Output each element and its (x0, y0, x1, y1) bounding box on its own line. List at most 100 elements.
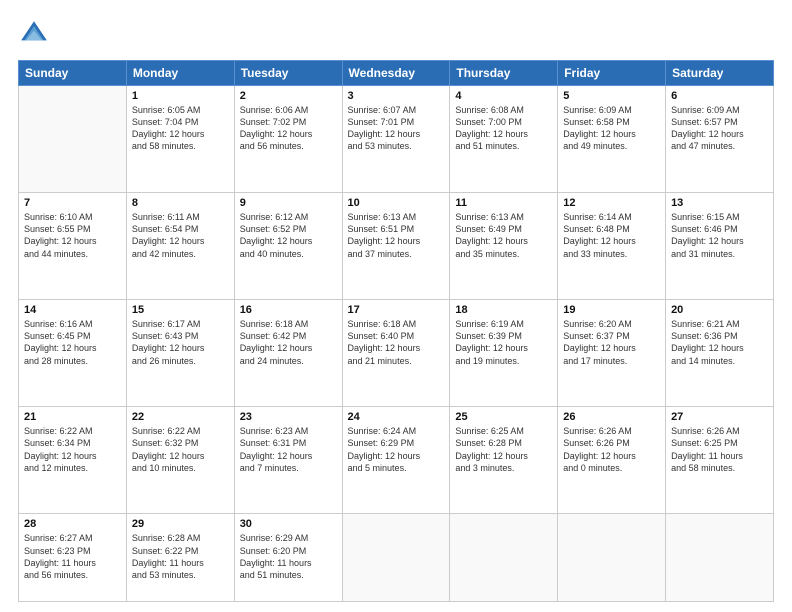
day-info: Sunrise: 6:19 AM Sunset: 6:39 PM Dayligh… (455, 318, 552, 367)
calendar-cell: 24 Sunrise: 6:24 AM Sunset: 6:29 PM Dayli… (342, 407, 450, 514)
day-number: 17 (348, 304, 445, 316)
day-info: Sunrise: 6:12 AM Sunset: 6:52 PM Dayligh… (240, 211, 337, 260)
day-number: 5 (563, 90, 660, 102)
calendar-cell: 15 Sunrise: 6:17 AM Sunset: 6:43 PM Dayli… (126, 300, 234, 407)
page: SundayMondayTuesdayWednesdayThursdayFrid… (0, 0, 792, 612)
day-info: Sunrise: 6:25 AM Sunset: 6:28 PM Dayligh… (455, 425, 552, 474)
calendar-cell: 11 Sunrise: 6:13 AM Sunset: 6:49 PM Dayli… (450, 193, 558, 300)
calendar-cell: 6 Sunrise: 6:09 AM Sunset: 6:57 PM Daylig… (666, 86, 774, 193)
day-info: Sunrise: 6:13 AM Sunset: 6:51 PM Dayligh… (348, 211, 445, 260)
week-row-4: 21 Sunrise: 6:22 AM Sunset: 6:34 PM Dayli… (19, 407, 774, 514)
day-info: Sunrise: 6:21 AM Sunset: 6:36 PM Dayligh… (671, 318, 768, 367)
day-number: 12 (563, 197, 660, 209)
day-info: Sunrise: 6:09 AM Sunset: 6:58 PM Dayligh… (563, 104, 660, 153)
day-number: 23 (240, 411, 337, 423)
day-info: Sunrise: 6:18 AM Sunset: 6:42 PM Dayligh… (240, 318, 337, 367)
weekday-header-wednesday: Wednesday (342, 61, 450, 86)
day-info: Sunrise: 6:13 AM Sunset: 6:49 PM Dayligh… (455, 211, 552, 260)
day-number: 27 (671, 411, 768, 423)
weekday-header-monday: Monday (126, 61, 234, 86)
calendar-cell: 29Sunrise: 6:28 AM Sunset: 6:22 PM Dayli… (126, 514, 234, 602)
day-number: 6 (671, 90, 768, 102)
day-info: Sunrise: 6:11 AM Sunset: 6:54 PM Dayligh… (132, 211, 229, 260)
day-info: Sunrise: 6:18 AM Sunset: 6:40 PM Dayligh… (348, 318, 445, 367)
calendar-cell: 22Sunrise: 6:22 AM Sunset: 6:32 PM Dayli… (126, 407, 234, 514)
calendar-cell (450, 514, 558, 602)
weekday-header-row: SundayMondayTuesdayWednesdayThursdayFrid… (19, 61, 774, 86)
day-info: Sunrise: 6:20 AM Sunset: 6:37 PM Dayligh… (563, 318, 660, 367)
weekday-header-sunday: Sunday (19, 61, 127, 86)
day-info: Sunrise: 6:08 AM Sunset: 7:00 PM Dayligh… (455, 104, 552, 153)
day-number: 25 (455, 411, 552, 423)
day-info: Sunrise: 6:10 AM Sunset: 6:55 PM Dayligh… (24, 211, 121, 260)
day-number: 7 (24, 197, 121, 209)
day-number: 24 (348, 411, 445, 423)
day-info: Sunrise: 6:06 AM Sunset: 7:02 PM Dayligh… (240, 104, 337, 153)
calendar-cell: 26 Sunrise: 6:26 AM Sunset: 6:26 PM Dayli… (558, 407, 666, 514)
calendar-cell: 13 Sunrise: 6:15 AM Sunset: 6:46 PM Dayli… (666, 193, 774, 300)
day-number: 1 (132, 90, 229, 102)
calendar-cell: 27Sunrise: 6:26 AM Sunset: 6:25 PM Dayli… (666, 407, 774, 514)
weekday-header-thursday: Thursday (450, 61, 558, 86)
day-info: Sunrise: 6:22 AM Sunset: 6:34 PM Dayligh… (24, 425, 121, 474)
day-info: Sunrise: 6:27 AM Sunset: 6:23 PM Dayligh… (24, 532, 121, 581)
day-info: Sunrise: 6:23 AM Sunset: 6:31 PM Dayligh… (240, 425, 337, 474)
day-info: Sunrise: 6:14 AM Sunset: 6:48 PM Dayligh… (563, 211, 660, 260)
day-number: 22 (132, 411, 229, 423)
calendar-cell: 30Sunrise: 6:29 AM Sunset: 6:20 PM Dayli… (234, 514, 342, 602)
day-number: 3 (348, 90, 445, 102)
day-info: Sunrise: 6:09 AM Sunset: 6:57 PM Dayligh… (671, 104, 768, 153)
weekday-header-friday: Friday (558, 61, 666, 86)
day-number: 13 (671, 197, 768, 209)
week-row-1: 1 Sunrise: 6:05 AM Sunset: 7:04 PM Daylig… (19, 86, 774, 193)
calendar-cell: 16 Sunrise: 6:18 AM Sunset: 6:42 PM Dayli… (234, 300, 342, 407)
day-info: Sunrise: 6:17 AM Sunset: 6:43 PM Dayligh… (132, 318, 229, 367)
calendar-cell: 12 Sunrise: 6:14 AM Sunset: 6:48 PM Dayli… (558, 193, 666, 300)
calendar-cell: 18Sunrise: 6:19 AM Sunset: 6:39 PM Dayli… (450, 300, 558, 407)
calendar-cell (342, 514, 450, 602)
calendar-cell (19, 86, 127, 193)
day-number: 16 (240, 304, 337, 316)
day-number: 11 (455, 197, 552, 209)
day-info: Sunrise: 6:24 AM Sunset: 6:29 PM Dayligh… (348, 425, 445, 474)
calendar-cell: 7 Sunrise: 6:10 AM Sunset: 6:55 PM Daylig… (19, 193, 127, 300)
day-number: 21 (24, 411, 121, 423)
day-info: Sunrise: 6:26 AM Sunset: 6:26 PM Dayligh… (563, 425, 660, 474)
day-info: Sunrise: 6:07 AM Sunset: 7:01 PM Dayligh… (348, 104, 445, 153)
logo (18, 18, 54, 50)
day-number: 20 (671, 304, 768, 316)
week-row-5: 28 Sunrise: 6:27 AM Sunset: 6:23 PM Dayli… (19, 514, 774, 602)
calendar-cell: 9 Sunrise: 6:12 AM Sunset: 6:52 PM Daylig… (234, 193, 342, 300)
week-row-2: 7 Sunrise: 6:10 AM Sunset: 6:55 PM Daylig… (19, 193, 774, 300)
calendar: SundayMondayTuesdayWednesdayThursdayFrid… (18, 60, 774, 602)
day-info: Sunrise: 6:16 AM Sunset: 6:45 PM Dayligh… (24, 318, 121, 367)
day-number: 2 (240, 90, 337, 102)
day-number: 19 (563, 304, 660, 316)
calendar-cell: 25 Sunrise: 6:25 AM Sunset: 6:28 PM Dayli… (450, 407, 558, 514)
day-number: 28 (24, 518, 121, 530)
day-info: Sunrise: 6:05 AM Sunset: 7:04 PM Dayligh… (132, 104, 229, 153)
header (18, 18, 774, 50)
calendar-cell (558, 514, 666, 602)
calendar-cell: 5 Sunrise: 6:09 AM Sunset: 6:58 PM Daylig… (558, 86, 666, 193)
calendar-cell (666, 514, 774, 602)
calendar-cell: 28 Sunrise: 6:27 AM Sunset: 6:23 PM Dayli… (19, 514, 127, 602)
calendar-cell: 21 Sunrise: 6:22 AM Sunset: 6:34 PM Dayli… (19, 407, 127, 514)
calendar-cell: 10 Sunrise: 6:13 AM Sunset: 6:51 PM Dayli… (342, 193, 450, 300)
calendar-cell: 3 Sunrise: 6:07 AM Sunset: 7:01 PM Daylig… (342, 86, 450, 193)
calendar-cell: 23 Sunrise: 6:23 AM Sunset: 6:31 PM Dayli… (234, 407, 342, 514)
day-number: 15 (132, 304, 229, 316)
calendar-cell: 4Sunrise: 6:08 AM Sunset: 7:00 PM Daylig… (450, 86, 558, 193)
day-number: 26 (563, 411, 660, 423)
day-number: 9 (240, 197, 337, 209)
week-row-3: 14Sunrise: 6:16 AM Sunset: 6:45 PM Dayli… (19, 300, 774, 407)
calendar-cell: 19 Sunrise: 6:20 AM Sunset: 6:37 PM Dayli… (558, 300, 666, 407)
day-number: 8 (132, 197, 229, 209)
calendar-cell: 2 Sunrise: 6:06 AM Sunset: 7:02 PM Daylig… (234, 86, 342, 193)
calendar-cell: 17 Sunrise: 6:18 AM Sunset: 6:40 PM Dayli… (342, 300, 450, 407)
calendar-cell: 8 Sunrise: 6:11 AM Sunset: 6:54 PM Daylig… (126, 193, 234, 300)
calendar-cell: 20 Sunrise: 6:21 AM Sunset: 6:36 PM Dayli… (666, 300, 774, 407)
day-info: Sunrise: 6:15 AM Sunset: 6:46 PM Dayligh… (671, 211, 768, 260)
day-number: 10 (348, 197, 445, 209)
day-info: Sunrise: 6:29 AM Sunset: 6:20 PM Dayligh… (240, 532, 337, 581)
